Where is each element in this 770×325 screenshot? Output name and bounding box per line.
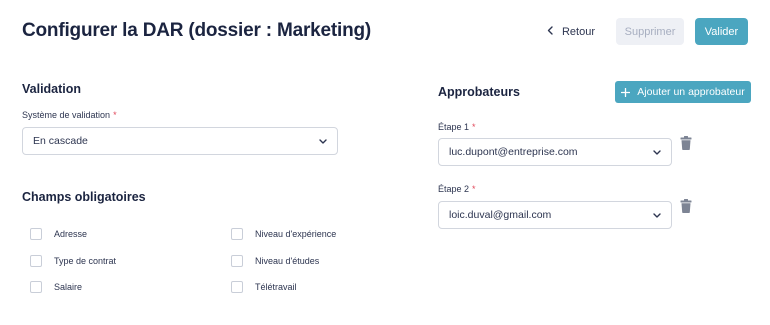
checkbox-label: Niveau d'expérience (255, 229, 337, 239)
checkbox-label: Télétravail (255, 282, 297, 292)
checkbox-item-address[interactable]: Adresse (30, 228, 87, 240)
checkbox[interactable] (30, 255, 42, 267)
required-marker: * (113, 110, 117, 120)
add-approver-label: Ajouter un approbateur (637, 86, 745, 98)
trash-icon[interactable] (680, 136, 692, 150)
checkbox-item-remote-work[interactable]: Télétravail (231, 281, 297, 293)
checkbox-item-contract-type[interactable]: Type de contrat (30, 255, 116, 267)
validation-section-title: Validation (22, 82, 82, 96)
back-button[interactable]: Retour (540, 18, 602, 45)
required-marker: * (472, 122, 476, 132)
chevron-left-icon (547, 25, 553, 38)
step-2-approver-value: loic.duval@gmail.com (449, 209, 552, 221)
checkbox[interactable] (231, 281, 243, 293)
trash-icon[interactable] (680, 199, 692, 213)
checkbox-label: Niveau d'études (255, 256, 320, 266)
add-approver-button[interactable]: Ajouter un approbateur (615, 81, 751, 103)
checkbox-label: Adresse (54, 229, 88, 239)
checkbox[interactable] (231, 255, 243, 267)
checkbox-label: Type de contrat (54, 256, 117, 266)
step-1-label-text: Étape 1 (438, 122, 470, 132)
required-marker: * (472, 184, 476, 194)
delete-button[interactable]: Supprimer (616, 18, 684, 45)
validation-system-select[interactable]: En cascade (22, 127, 338, 155)
validation-system-label-text: Système de validation (22, 110, 111, 120)
chevron-down-icon (653, 148, 661, 156)
checkbox-item-education-level[interactable]: Niveau d'études (231, 255, 319, 267)
chevron-down-icon (319, 137, 327, 145)
required-fields-section-title: Champs obligatoires (22, 190, 146, 204)
step-1-approver-value: luc.dupont@entreprise.com (449, 146, 578, 158)
checkbox[interactable] (231, 228, 243, 240)
back-button-label: Retour (561, 25, 596, 38)
step-2-approver-select[interactable]: loic.duval@gmail.com (438, 201, 672, 229)
checkbox-label: Salaire (54, 282, 83, 292)
step-2-label-text: Étape 2 (438, 184, 470, 194)
plus-icon (621, 86, 631, 99)
step-1-label: Étape 1 * (438, 122, 476, 132)
checkbox-item-experience-level[interactable]: Niveau d'expérience (231, 228, 336, 240)
checkbox[interactable] (30, 228, 42, 240)
validation-system-label: Système de validation * (22, 110, 117, 120)
checkbox[interactable] (30, 281, 42, 293)
page-title: Configurer la DAR (dossier : Marketing) (22, 20, 372, 41)
step-1-approver-select[interactable]: luc.dupont@entreprise.com (438, 138, 672, 166)
validate-button[interactable]: Valider (695, 18, 748, 45)
approvers-section-title: Approbateurs (438, 85, 520, 99)
validation-system-value: En cascade (33, 135, 88, 147)
checkbox-item-salary[interactable]: Salaire (30, 281, 82, 293)
step-2-label: Étape 2 * (438, 184, 476, 194)
chevron-down-icon (653, 211, 661, 219)
